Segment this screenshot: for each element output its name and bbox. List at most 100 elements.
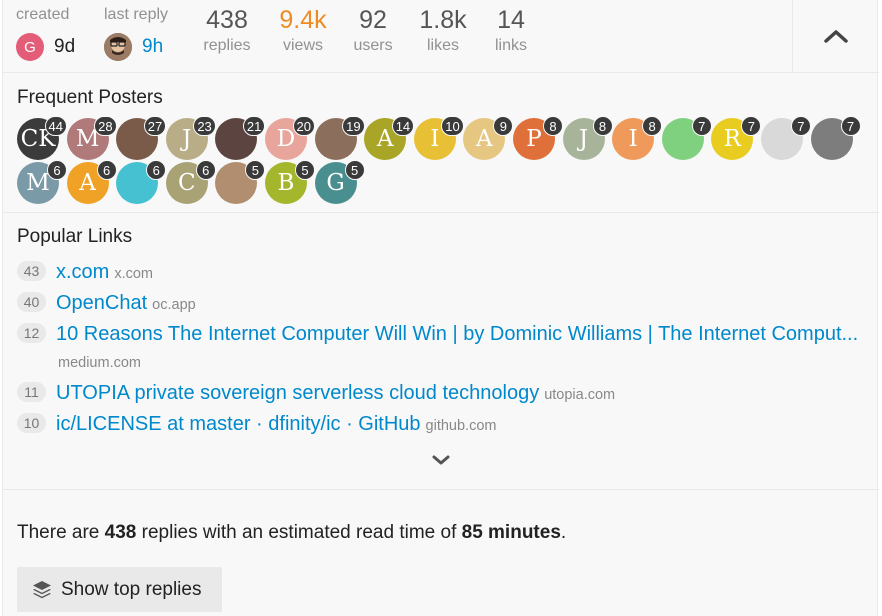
links-stat: 14 links: [489, 6, 533, 55]
summary-prefix: There are: [17, 522, 105, 543]
link-click-count: 40: [17, 292, 46, 312]
link-title[interactable]: OpenChat: [56, 292, 147, 315]
poster-avatar[interactable]: P8: [512, 116, 563, 160]
chevron-up-icon: [824, 30, 848, 43]
frequent-posters-row: M6A66C65B5G5: [17, 160, 365, 204]
poster-post-count: 8: [592, 116, 613, 136]
section-divider: [3, 489, 879, 490]
created-value: 9d: [54, 36, 76, 57]
poster-post-count: 7: [741, 116, 762, 136]
link-click-count: 12: [17, 323, 46, 343]
show-top-replies-label: Show top replies: [61, 578, 202, 600]
link-domain: x.com: [114, 266, 154, 282]
link-click-count: 11: [17, 382, 46, 402]
summary-suffix: .: [560, 522, 567, 543]
frequent-posters-row: CK 44 M 28 27 J 23 21 D 20 19 A 14 I 10 A 9 P 8 J 8 I 8 7 R 7 7 7: [17, 116, 861, 160]
poster-avatar[interactable]: B5: [264, 160, 315, 204]
links-count: 14: [497, 6, 525, 34]
poster-avatar[interactable]: A9: [463, 116, 514, 160]
popular-link-item: 12 10 Reasons The Internet Computer Will…: [17, 323, 858, 346]
poster-avatar[interactable]: M6: [17, 160, 67, 204]
creator-avatar[interactable]: G: [16, 33, 44, 61]
poster-avatar[interactable]: D 20: [264, 116, 315, 160]
poster-post-count: 19: [342, 116, 365, 136]
users-stat: 92 users: [349, 6, 397, 55]
poster-avatar[interactable]: CK 44: [17, 116, 67, 160]
frequent-posters-title: Frequent Posters: [17, 87, 163, 108]
show-more-links-button[interactable]: [429, 450, 453, 470]
poster-avatar[interactable]: J 23: [165, 116, 216, 160]
poster-post-count: 5: [344, 160, 365, 180]
poster-post-count: 6: [146, 160, 167, 180]
poster-avatar[interactable]: G5: [314, 160, 365, 204]
summary-replies: 438: [104, 522, 137, 543]
collapse-topic-map-button[interactable]: [792, 0, 879, 72]
popular-links-title: Popular Links: [17, 226, 133, 247]
poster-post-count: 7: [691, 116, 712, 136]
poster-avatar[interactable]: 21: [215, 116, 266, 160]
created-stat[interactable]: created G 9d: [16, 6, 75, 61]
poster-post-count: 6: [96, 160, 117, 180]
poster-post-count: 7: [840, 116, 861, 136]
poster-avatar[interactable]: A6: [66, 160, 117, 204]
topic-stats-bar: created G 9d last reply 9h 438 replies 9…: [3, 0, 879, 73]
links-label: links: [494, 37, 527, 54]
popular-link-item: 40 OpenChat oc.app: [17, 292, 196, 315]
topic-map-panel: created G 9d last reply 9h 438 replies 9…: [2, 0, 879, 616]
poster-avatar[interactable]: 7: [661, 116, 712, 160]
poster-avatar[interactable]: A 14: [364, 116, 415, 160]
poster-post-count: 44: [44, 116, 67, 136]
likes-count: 1.8k: [419, 6, 467, 34]
poster-avatar[interactable]: J8: [562, 116, 613, 160]
created-label: created: [16, 6, 70, 23]
popular-link-item: 11 UTOPIA private sovereign serverless c…: [17, 382, 615, 405]
poster-avatar[interactable]: I8: [612, 116, 663, 160]
link-domain: github.com: [425, 418, 497, 434]
read-time-summary: There are 438 replies with an estimated …: [17, 522, 566, 544]
replies-label: replies: [203, 37, 251, 54]
poster-avatar[interactable]: 6: [116, 160, 167, 204]
poster-avatar[interactable]: 7: [810, 116, 861, 160]
poster-avatar[interactable]: C6: [165, 160, 216, 204]
poster-post-count: 5: [294, 160, 315, 180]
poster-avatar[interactable]: 7: [760, 116, 811, 160]
likes-label: likes: [426, 37, 459, 54]
poster-post-count: 27: [143, 116, 167, 136]
summary-minutes: 85 minutes: [461, 522, 561, 543]
link-title[interactable]: ic/LICENSE at master · dfinity/ic · GitH…: [56, 413, 421, 436]
poster-post-count: 23: [193, 116, 216, 136]
poster-avatar[interactable]: R7: [711, 116, 762, 160]
poster-post-count: 8: [542, 116, 563, 136]
poster-post-count: 21: [242, 116, 266, 136]
show-top-replies-button[interactable]: Show top replies: [17, 567, 222, 612]
poster-post-count: 5: [245, 160, 266, 180]
poster-post-count: 6: [47, 160, 67, 180]
last-reply-stat[interactable]: last reply 9h: [104, 6, 168, 61]
link-title[interactable]: UTOPIA private sovereign serverless clou…: [56, 382, 539, 405]
link-title[interactable]: x.com: [56, 261, 109, 284]
last-reply-value[interactable]: 9h: [142, 36, 163, 58]
layers-icon: [33, 580, 51, 598]
link-title[interactable]: 10 Reasons The Internet Computer Will Wi…: [56, 323, 858, 346]
popular-link-item: 43 x.com x.com: [17, 261, 153, 284]
poster-post-count: 10: [441, 116, 464, 136]
views-label: views: [282, 37, 323, 54]
poster-avatar[interactable]: I 10: [413, 116, 464, 160]
last-replier-avatar[interactable]: [104, 33, 132, 61]
link-domain: oc.app: [152, 297, 196, 313]
poster-avatar[interactable]: M 28: [66, 116, 117, 160]
views-stat: 9.4k views: [275, 6, 331, 55]
last-reply-label: last reply: [104, 6, 169, 23]
popular-link-item: 10 ic/LICENSE at master · dfinity/ic · G…: [17, 413, 496, 436]
poster-avatar[interactable]: 19: [314, 116, 365, 160]
likes-stat: 1.8k likes: [417, 6, 469, 55]
poster-avatar[interactable]: 27: [116, 116, 167, 160]
replies-count: 438: [206, 6, 248, 34]
poster-avatar[interactable]: 5: [215, 160, 266, 204]
poster-post-count: 28: [94, 116, 117, 136]
link-click-count: 43: [17, 261, 46, 281]
poster-post-count: 9: [493, 116, 514, 136]
chevron-down-icon: [432, 455, 450, 465]
poster-post-count: 7: [790, 116, 811, 136]
poster-post-count: 14: [391, 116, 415, 136]
